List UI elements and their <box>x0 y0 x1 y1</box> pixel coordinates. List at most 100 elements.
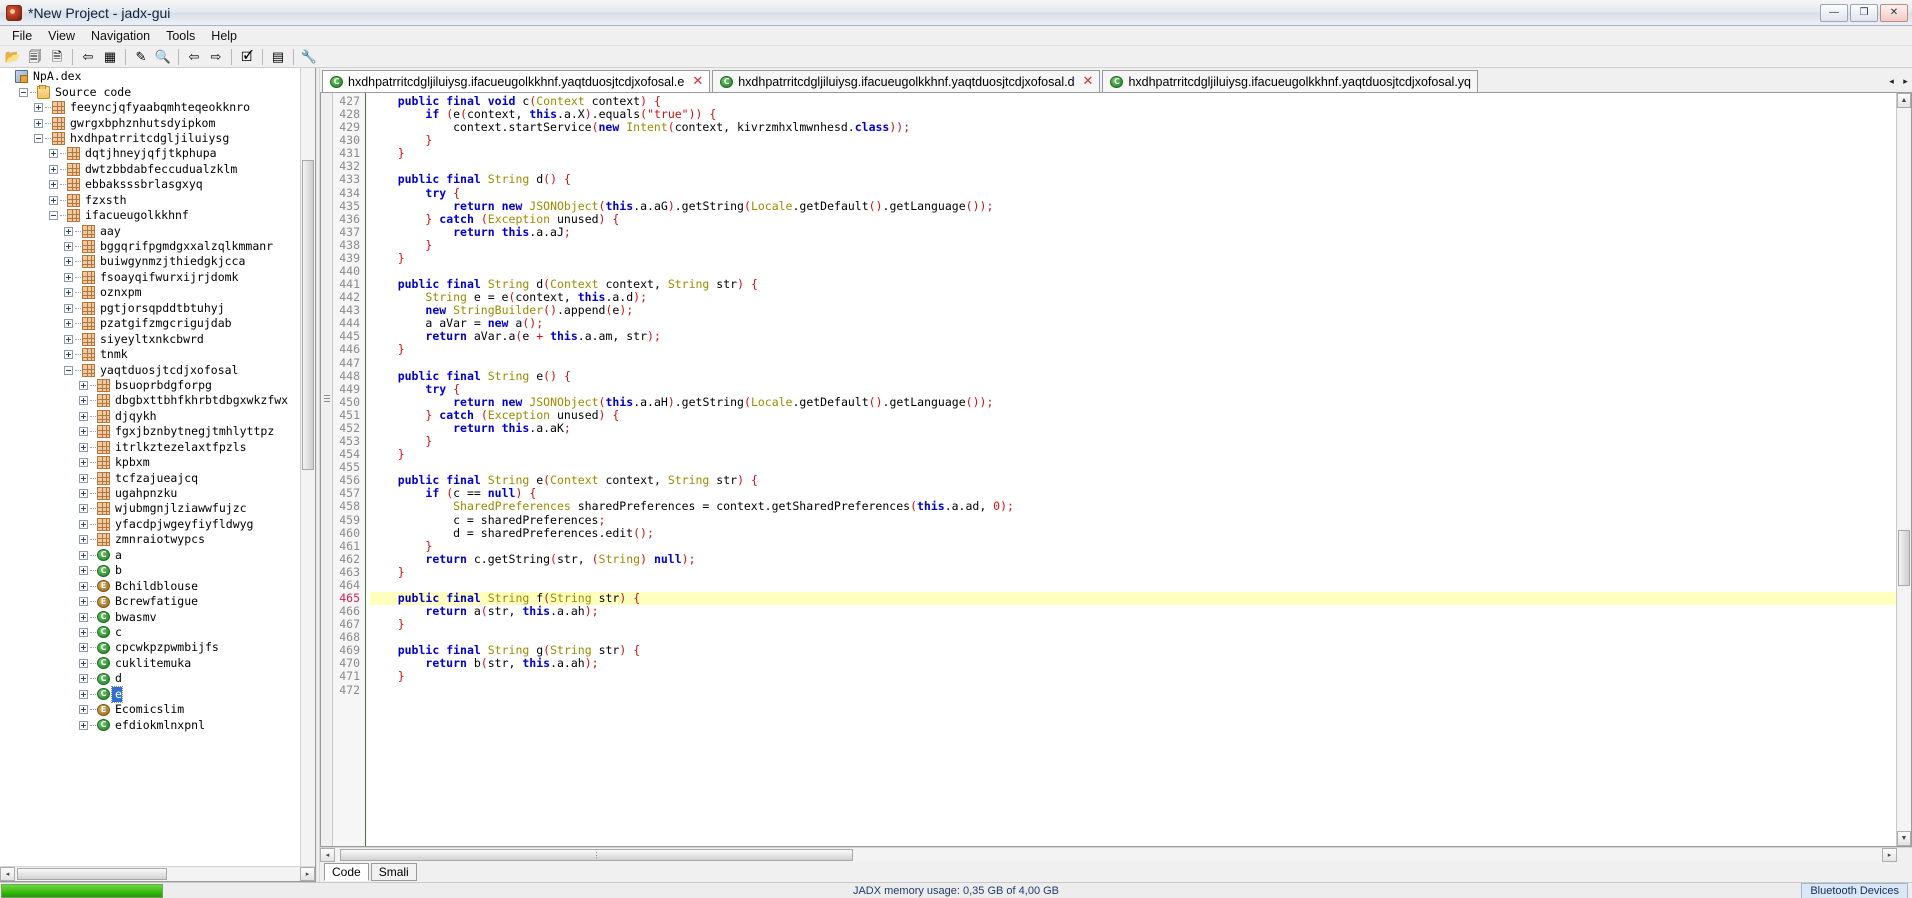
vscroll-up-arrow[interactable]: ▲ <box>1897 93 1911 108</box>
log-icon[interactable]: ▤ <box>268 47 288 67</box>
save-all-icon[interactable]: 🗐 <box>25 47 45 67</box>
code-line[interactable]: public final String d() { <box>370 173 1896 186</box>
expand-icon[interactable] <box>79 427 88 437</box>
code-line[interactable]: return c.getString(str, (String) null); <box>370 552 1896 566</box>
tab-scroll-next-icon[interactable]: ▸ <box>1899 72 1912 90</box>
expand-icon[interactable] <box>79 674 88 684</box>
tree-item[interactable]: oznxpm <box>0 285 315 300</box>
hscroll-left-arrow[interactable]: ◂ <box>320 848 335 862</box>
expand-icon[interactable] <box>79 380 88 390</box>
expand-icon[interactable] <box>79 489 88 499</box>
code-line[interactable]: return a(str, this.a.ah); <box>370 604 1896 618</box>
collapse-icon[interactable] <box>34 133 43 143</box>
source-tree[interactable]: NpA.dex Source code feeyncjqfyaabqmhteqeok… <box>0 68 315 866</box>
code-line[interactable]: } <box>370 343 1896 356</box>
code-view[interactable]: 427 428 429 430 431 432 433 434 435 436 437 438 439 4… <box>333 93 1896 846</box>
tab-scroll-prev-icon[interactable]: ◂ <box>1885 72 1898 90</box>
expand-icon[interactable] <box>64 226 73 236</box>
code-line[interactable] <box>370 357 1896 370</box>
expand-icon[interactable] <box>49 180 58 190</box>
code-line[interactable]: } <box>370 147 1896 160</box>
preferences-icon[interactable]: 🗹 <box>237 47 257 67</box>
expand-icon[interactable] <box>79 597 88 607</box>
tree-item[interactable]: tnmk <box>0 347 315 362</box>
tree-item[interactable]: bsuoprbdgforpg <box>0 378 315 393</box>
expand-icon[interactable] <box>79 689 88 699</box>
code-line[interactable] <box>370 579 1896 592</box>
tree-item[interactable]: aay <box>0 223 315 238</box>
tree-item[interactable]: pzatgifzmgcrigujdab <box>0 316 315 331</box>
tree-item[interactable]: tcfzajueajcq <box>0 470 315 485</box>
code-line[interactable]: } <box>370 434 1896 448</box>
tree-item[interactable]: Cc <box>0 625 315 640</box>
menu-tools[interactable]: Tools <box>158 27 203 45</box>
expand-icon[interactable] <box>49 195 58 205</box>
tree-item[interactable]: hxdhpatrritcdgljiluiysg <box>0 131 315 146</box>
tree-item[interactable]: ifacueugolkkhnf <box>0 208 315 223</box>
expand-icon[interactable] <box>79 396 88 406</box>
minimize-button[interactable]: — <box>1820 3 1848 22</box>
expand-icon[interactable] <box>79 612 88 622</box>
tree-item[interactable]: siyeyltxnkcbwrd <box>0 331 315 346</box>
gutter-grip-icon[interactable] <box>324 395 330 404</box>
close-button[interactable]: ✕ <box>1880 3 1908 22</box>
hscroll-right-arrow[interactable]: ▸ <box>1882 848 1897 862</box>
hscroll-track[interactable]: ⋮ <box>335 848 1882 862</box>
code-line[interactable]: return b(str, this.a.ah); <box>370 657 1896 670</box>
code-line[interactable] <box>370 684 1896 697</box>
vscroll-thumb[interactable] <box>1898 530 1910 586</box>
editor-horizontal-scrollbar[interactable]: ◂ ⋮ ▸ <box>320 847 1912 862</box>
tree-item[interactable]: Cbwasmv <box>0 609 315 624</box>
tree-item[interactable]: dqtjhneyjqfjtkphupa <box>0 146 315 161</box>
code-line[interactable]: d = sharedPreferences.edit(); <box>370 526 1896 540</box>
expand-icon[interactable] <box>79 519 88 529</box>
tree-item[interactable]: yaqtduosjtcdjxofosal <box>0 362 315 377</box>
code-line[interactable]: } <box>370 448 1896 461</box>
tree-item[interactable]: buiwgynmzjthiedgkjcca <box>0 254 315 269</box>
tree-item[interactable]: fzxsth <box>0 193 315 208</box>
tree-item[interactable]: Ce <box>0 685 315 703</box>
code-line[interactable]: } <box>370 134 1896 147</box>
tree-item[interactable]: dbgbxttbhfkhrbtdbgxwkzfwx <box>0 393 315 408</box>
tree-item[interactable]: bggqrifpgmdgxxalzqlkmmanr <box>0 239 315 254</box>
view-tab-code[interactable]: Code <box>324 863 369 881</box>
vscroll-track[interactable] <box>1897 108 1911 831</box>
expand-icon[interactable] <box>79 705 88 715</box>
close-tab-icon[interactable]: ✕ <box>692 75 703 88</box>
tree-item[interactable]: dwtzbbdabfeccudualzklm <box>0 162 315 177</box>
flat-packages-icon[interactable]: ▦ <box>100 47 120 67</box>
open-file-icon[interactable]: 📂 <box>3 47 23 67</box>
tree-item[interactable]: fgxjbznbytnegjtmhlyttpz <box>0 424 315 439</box>
export-gradle-icon[interactable]: 🗎 <box>47 47 67 67</box>
code-line[interactable]: c = sharedPreferences; <box>370 513 1896 527</box>
expand-icon[interactable] <box>64 242 73 252</box>
editor-vertical-scrollbar[interactable]: ▲ ▼ <box>1896 93 1911 846</box>
expand-icon[interactable] <box>79 550 88 560</box>
tree-hscroll-thumb[interactable] <box>17 868 167 880</box>
tree-item[interactable]: itrlkztezelaxtfpzls <box>0 440 315 455</box>
maximize-button[interactable]: ❐ <box>1850 3 1878 22</box>
menu-file[interactable]: File <box>4 27 40 45</box>
code-line[interactable]: public final String g(String str) { <box>370 644 1896 657</box>
tree-item[interactable]: Source code <box>0 84 315 99</box>
code-line[interactable]: } <box>370 238 1896 252</box>
back-icon[interactable]: ⇦ <box>184 47 204 67</box>
tree-item[interactable]: NpA.dex <box>0 69 315 84</box>
editor-tab[interactable]: Chxdhpatrritcdgljiluiysg.ifacueugolkkhnf… <box>712 70 1101 92</box>
editor-tab[interactable]: Chxdhpatrritcdgljiluiysg.ifacueugolkkhnf… <box>322 70 711 92</box>
tree-item[interactable]: ebbaksssbrlasgxyq <box>0 177 315 192</box>
tree-hscroll-track[interactable] <box>15 867 300 881</box>
expand-icon[interactable] <box>79 473 88 483</box>
code-line[interactable] <box>370 160 1896 173</box>
editor-tab[interactable]: Chxdhpatrritcdgljiluiysg.ifacueugolkkhnf… <box>1102 70 1478 92</box>
tree-item[interactable]: Cefdiokmlnxpnl <box>0 717 315 732</box>
code-line[interactable]: } <box>370 618 1896 631</box>
editor-left-gutter[interactable] <box>321 93 333 846</box>
tree-item[interactable]: yfacdpjwgeyfiyfldwyg <box>0 517 315 532</box>
expand-icon[interactable] <box>79 442 88 452</box>
expand-icon[interactable] <box>49 149 58 159</box>
tree-vscroll-thumb[interactable] <box>302 160 314 470</box>
view-tab-smali[interactable]: Smali <box>370 863 417 881</box>
vscroll-down-arrow[interactable]: ▼ <box>1897 831 1911 846</box>
code-line[interactable]: } <box>370 565 1896 579</box>
